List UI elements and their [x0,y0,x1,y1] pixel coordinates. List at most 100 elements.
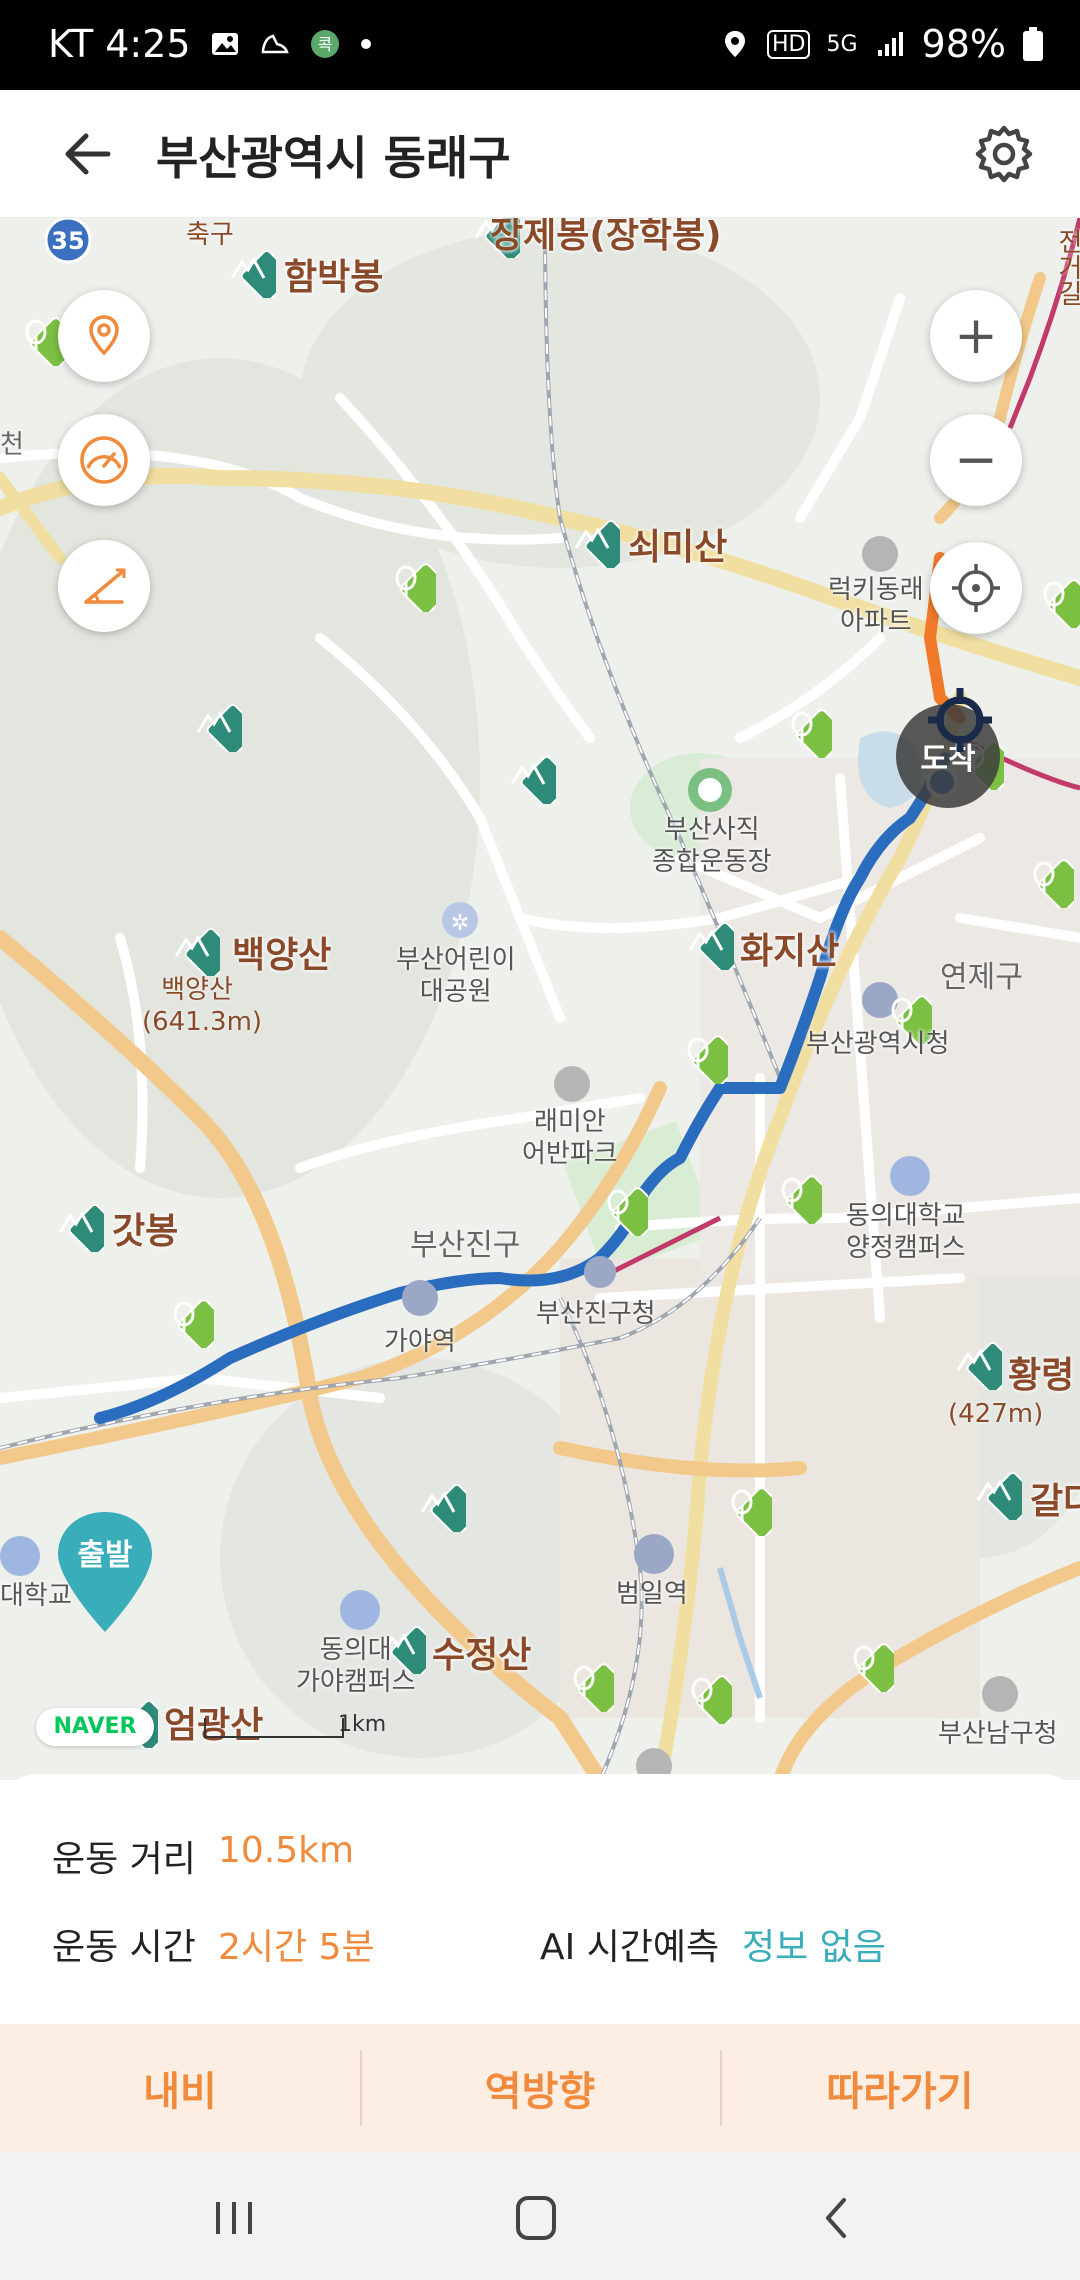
tree-icon[interactable] [672,1664,732,1724]
tree-icon[interactable] [6,306,66,366]
back-nav-icon[interactable] [808,2190,868,2246]
tree-icon[interactable] [834,1632,894,1692]
status-bar: KT 4:25 콕 HD 5G 98% [0,0,1080,90]
tree-icon[interactable] [668,1024,728,1084]
mountain-label: 장제봉(장학봉) [490,218,722,256]
poi-label: 동의대 가야캠퍼스 [296,1635,416,1697]
dot-icon [360,39,371,49]
poi-label: 래미안 어반파크 [522,1107,618,1169]
poi-label: 부산진구청 [536,1299,656,1329]
mountain-icon[interactable] [498,746,556,804]
ai-prediction-value: 정보 없음 [742,1927,886,1968]
ai-prediction-label: AI 시간예측 [540,1927,720,1968]
start-marker[interactable]: 출발 [52,1508,158,1638]
page-title: 부산광역시 동래구 [156,131,511,185]
tree-icon[interactable] [712,1476,772,1536]
district-label: 부산진구 [410,1228,521,1263]
mountain-label: 황령 [1008,1355,1075,1396]
tree-icon[interactable] [554,1652,614,1712]
poi-label: 부산어린이 대공원 [396,945,516,1007]
gear-icon[interactable] [972,122,1036,186]
speedometer-icon [80,436,128,484]
mountain-label: 쇠미산 [628,527,728,568]
map-view[interactable]: 35 ✲ 함박봉 장제봉(장학봉) 쇠미산 백양산 백양산 (641.3m) 화… [0,218,1080,1780]
mountain-icon[interactable] [184,694,242,752]
mountain-icon[interactable] [676,912,734,970]
poi-label: 부산남구청 [938,1719,1058,1749]
elevation-button[interactable] [58,540,150,632]
district-label: 연제구 [940,960,1023,995]
arrow-left-icon[interactable] [56,122,120,186]
scale-label: 1km [338,1712,387,1737]
poi-label: 가야역 [384,1327,456,1357]
scale-bar [204,1718,344,1738]
battery-percent: 98% [921,22,1006,66]
mountain-label: 갓봉 [112,1211,179,1252]
network-badge: 5G [826,31,858,57]
mountain-label: 수정산 [432,1635,532,1676]
tree-icon[interactable] [772,698,832,758]
follow-route-button[interactable]: 따라가기 [720,2024,1080,2152]
tree-icon[interactable] [376,552,436,612]
map-partial-label: 천 [0,430,24,460]
app-notification-icon: 콕 [310,30,339,58]
tree-icon[interactable] [1014,848,1074,908]
reverse-route-button[interactable]: 역방향 [360,2024,720,2152]
mountain-icon[interactable] [964,1462,1022,1520]
app-header: 부산광역시 동래구 [0,90,1080,218]
map-pin-icon [89,315,119,356]
route-shield-label: 35 [51,227,84,255]
start-label: 출발 [77,1538,133,1573]
destination-target-icon [928,688,992,752]
speed-button[interactable] [58,414,150,506]
poi-label: 부산광역시청 [806,1029,950,1059]
image-icon [211,33,238,55]
mountain-label: 백양산 [232,935,332,976]
mountain-icon[interactable] [408,1474,466,1532]
mountain-icon[interactable] [562,510,620,568]
mountain-label: 함박봉 [284,257,384,298]
location-pin-button[interactable] [58,290,150,382]
minus-icon: − [954,430,998,490]
signal-icon [877,32,903,56]
battery-icon [1023,27,1043,61]
hd-badge: HD [767,29,811,59]
recent-apps-icon[interactable] [204,2190,264,2246]
carrier-time: KT 4:25 [48,22,191,66]
tree-icon[interactable] [762,1164,822,1224]
mountain-elevation: (427m) [948,1399,1044,1429]
svg-text:✲: ✲ [451,911,469,936]
distance-label: 운동 거리 [52,1839,196,1880]
location-icon [725,31,745,57]
home-icon[interactable] [506,2190,566,2246]
route-info-panel: 운동 거리 10.5km 운동 시간 2시간 5분 AI 시간예측 정보 없음 [0,1774,1080,2018]
time-label: 운동 시간 [52,1927,196,1968]
tree-icon[interactable] [588,1176,648,1236]
map-partial-label: 축구 [186,220,234,250]
tree-icon[interactable] [154,1288,214,1348]
slope-icon [84,568,126,604]
map-partial-label: 전거길 [1053,228,1080,306]
mountain-label: 갈다 [1030,1481,1080,1522]
recenter-button[interactable] [930,542,1022,634]
tree-icon[interactable] [1024,568,1080,628]
action-bar: 내비 역방향 따라가기 [0,2024,1080,2152]
time-value: 2시간 5분 [218,1927,375,1968]
mountain-elevation: 백양산 (641.3m) [142,975,263,1037]
svg-text:콕: 콕 [317,35,332,54]
poi-label: 럭키동래 아파트 [828,575,924,637]
mountain-icon[interactable] [46,1194,104,1252]
distance-value: 10.5km [218,1830,355,1871]
poi-label: 부산사직 종합운동장 [652,815,772,877]
poi-label: 범일역 [616,1579,688,1609]
crosshair-icon [952,564,1000,612]
naver-logo: NAVER [36,1708,154,1746]
zoom-out-button[interactable]: − [930,414,1022,506]
zoom-in-button[interactable]: + [930,290,1022,382]
shoe-icon [261,34,289,54]
poi-label: 동의대학교 양정캠퍼스 [846,1201,966,1263]
navigate-button[interactable]: 내비 [0,2024,360,2152]
mountain-icon[interactable] [944,1332,1002,1390]
mountain-label: 화지산 [740,931,840,972]
mountain-icon[interactable] [162,918,220,976]
